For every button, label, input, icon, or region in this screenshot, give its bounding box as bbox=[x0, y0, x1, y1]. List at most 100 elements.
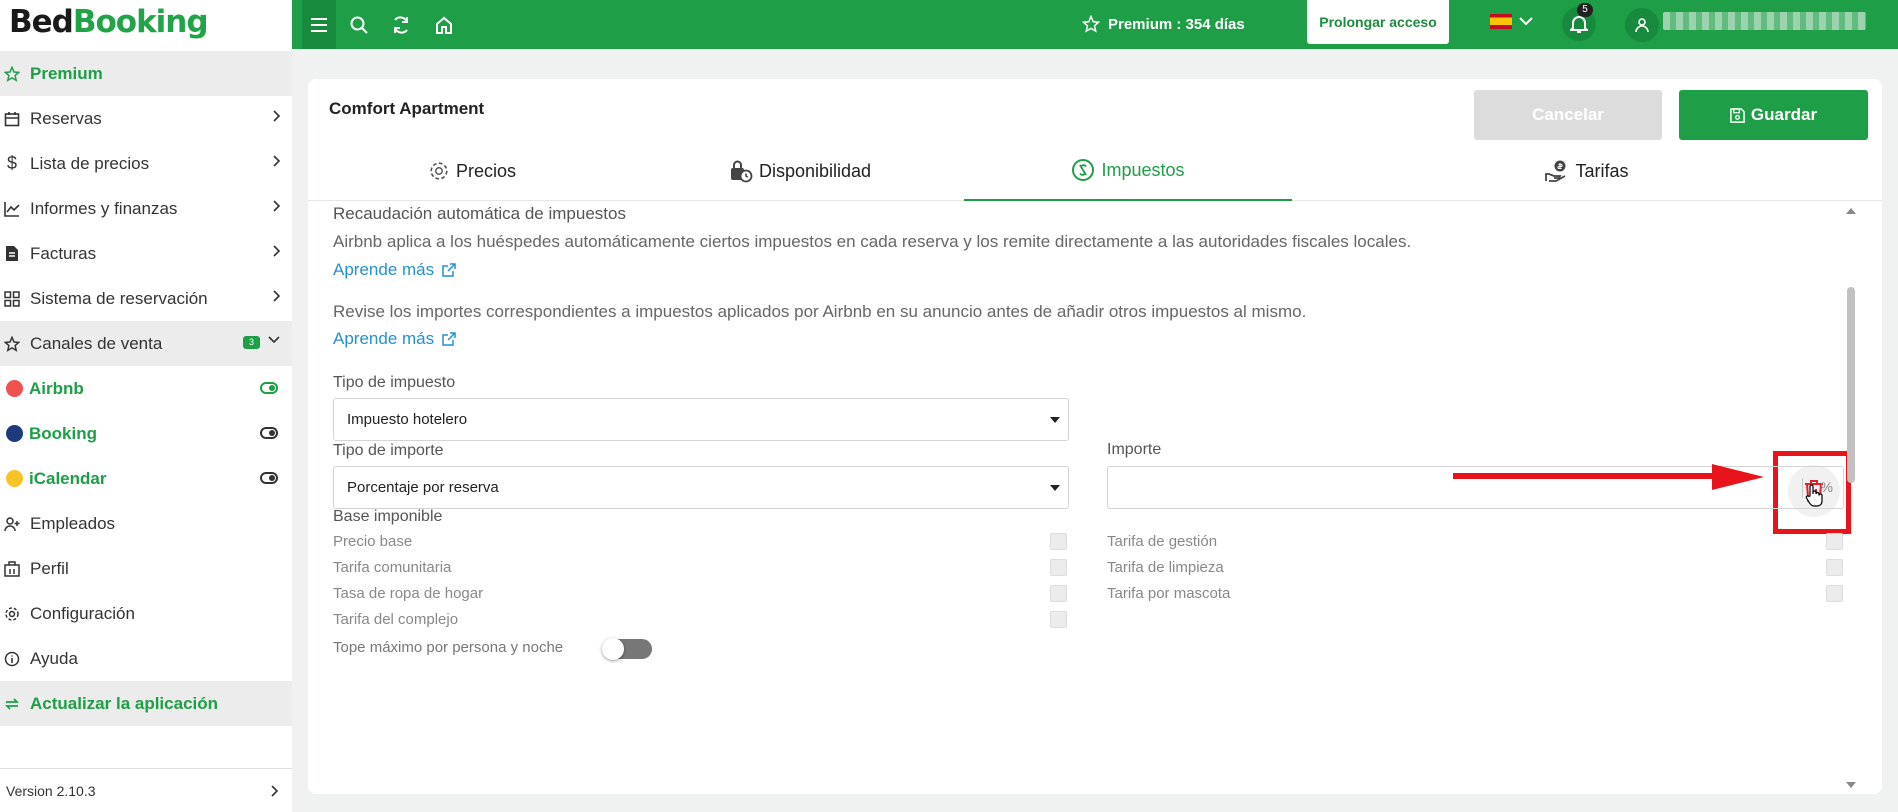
chevron-right-icon bbox=[273, 245, 280, 257]
sidebar-item-configuracion[interactable]: Configuración bbox=[0, 591, 292, 636]
base-item-label: Tarifa del complejo bbox=[333, 611, 459, 628]
sidebar-item-booking[interactable]: Booking bbox=[0, 411, 292, 456]
max-cap-label: Tope máximo por persona y noche bbox=[333, 639, 564, 656]
review-description: Revise los importes correspondientes a i… bbox=[333, 302, 1307, 321]
app-logo[interactable]: BedBooking bbox=[0, 0, 292, 49]
community-fee-checkbox[interactable] bbox=[1050, 559, 1067, 576]
external-link-icon bbox=[442, 263, 456, 277]
cancel-button[interactable]: Cancelar bbox=[1474, 90, 1662, 140]
amount-type-select[interactable]: Porcentaje por reserva bbox=[333, 466, 1069, 509]
notification-count-badge: 5 bbox=[1577, 3, 1593, 17]
resort-fee-checkbox[interactable] bbox=[1050, 611, 1067, 628]
bell-icon bbox=[1570, 16, 1588, 33]
sidebar-item-premium[interactable]: Premium bbox=[0, 51, 292, 96]
base-item-label: Tasa de ropa de hogar bbox=[333, 585, 484, 602]
dollar-icon: $ bbox=[6, 153, 17, 173]
sidebar-item-facturas[interactable]: Facturas bbox=[0, 231, 292, 276]
caret-down-icon bbox=[1050, 485, 1060, 491]
chart-line-icon bbox=[2, 199, 22, 219]
chevron-right-icon bbox=[273, 110, 280, 122]
management-fee-checkbox[interactable] bbox=[1826, 533, 1843, 550]
tab-disponibilidad[interactable]: Disponibilidad bbox=[636, 141, 964, 201]
user-name-blurred[interactable] bbox=[1663, 12, 1866, 30]
tab-impuestos[interactable]: Impuestos bbox=[964, 141, 1292, 201]
star-icon bbox=[1082, 15, 1100, 33]
gear-icon bbox=[2, 604, 22, 624]
base-item-label: Precio base bbox=[333, 533, 413, 550]
sidebar-item-lista-de-precios[interactable]: $ Lista de precios bbox=[0, 141, 292, 186]
money-hand-icon bbox=[1545, 160, 1566, 182]
percent-unit: % bbox=[1820, 479, 1833, 495]
prolong-access-button[interactable]: Prolongar acceso bbox=[1307, 0, 1449, 44]
chevron-down-icon bbox=[268, 336, 280, 343]
top-bar: BedBooking Premium : 354 días Prolongar … bbox=[0, 0, 1898, 49]
sidebar-item-airbnb[interactable]: Airbnb bbox=[0, 366, 292, 411]
airbnb-toggle[interactable] bbox=[260, 382, 278, 394]
scroll-down-icon[interactable] bbox=[1845, 781, 1857, 789]
chevron-right-icon bbox=[273, 290, 280, 302]
lock-clock-icon bbox=[730, 160, 753, 183]
sidebar-item-icalendar[interactable]: iCalendar bbox=[0, 456, 292, 501]
sidebar-item-actualizar[interactable]: Actualizar la aplicación bbox=[0, 681, 292, 726]
max-cap-toggle[interactable] bbox=[602, 638, 652, 660]
user-avatar[interactable] bbox=[1625, 8, 1659, 42]
booking-toggle[interactable] bbox=[260, 427, 278, 439]
scroll-up-icon[interactable] bbox=[1845, 207, 1857, 215]
base-item-label: Tarifa comunitaria bbox=[333, 559, 452, 576]
tab-precios[interactable]: Precios bbox=[308, 141, 636, 201]
scrollbar-thumb[interactable] bbox=[1847, 287, 1855, 483]
tax-icon bbox=[1072, 159, 1095, 181]
premium-status: Premium : 354 días bbox=[1082, 12, 1245, 36]
airbnb-tax-description: Airbnb aplica a los huéspedes automática… bbox=[333, 232, 1412, 251]
icalendar-dot-icon bbox=[6, 470, 23, 487]
base-item-label: Tarifa de gestión bbox=[1107, 533, 1218, 550]
spain-flag-icon[interactable] bbox=[1490, 14, 1512, 29]
menu-icon[interactable] bbox=[302, 0, 336, 49]
sidebar-item-canales-de-venta[interactable]: Canales de venta 3 bbox=[0, 321, 292, 366]
sidebar-item-informes[interactable]: Informes y finanzas bbox=[0, 186, 292, 231]
grid-icon bbox=[2, 289, 22, 309]
amount-label: Importe bbox=[1107, 441, 1162, 458]
annotation-arrow-icon bbox=[1453, 464, 1764, 490]
user-icon bbox=[1635, 18, 1649, 33]
tax-type-label: Tipo de impuesto bbox=[333, 374, 456, 391]
home-icon[interactable] bbox=[427, 8, 461, 42]
sidebar-item-reservas[interactable]: Reservas bbox=[0, 96, 292, 141]
save-button[interactable]: Guardar bbox=[1679, 90, 1868, 140]
search-icon[interactable] bbox=[342, 8, 376, 42]
star-icon bbox=[2, 64, 22, 84]
main-panel: Comfort Apartment Cancelar Guardar Preci… bbox=[308, 79, 1882, 794]
base-item-label: Tarifa de limpieza bbox=[1107, 559, 1224, 576]
refresh-icon[interactable] bbox=[384, 8, 418, 42]
icalendar-toggle[interactable] bbox=[260, 472, 278, 484]
tax-type-select[interactable]: Impuesto hotelero bbox=[333, 398, 1069, 441]
cleaning-fee-checkbox[interactable] bbox=[1826, 559, 1843, 576]
add-user-icon bbox=[2, 514, 22, 534]
learn-more-link-2[interactable]: Aprende más bbox=[333, 329, 456, 349]
learn-more-link-1[interactable]: Aprende más bbox=[333, 260, 456, 280]
pet-fee-checkbox[interactable] bbox=[1826, 585, 1843, 602]
version-info[interactable]: Version 2.10.3 bbox=[0, 768, 292, 812]
base-item-label: Tarifa por mascota bbox=[1107, 585, 1231, 602]
chevron-down-icon[interactable] bbox=[1515, 10, 1537, 32]
booking-dot-icon bbox=[6, 425, 23, 442]
tax-form-scroll-area[interactable]: Recaudación automática de impuestos Airb… bbox=[308, 201, 1882, 794]
chevron-right-icon bbox=[273, 200, 280, 212]
floppy-icon bbox=[1730, 107, 1745, 123]
base-price-checkbox[interactable] bbox=[1050, 533, 1067, 550]
sync-icon bbox=[2, 694, 22, 714]
page-title: Comfort Apartment bbox=[329, 99, 485, 118]
sidebar-item-perfil[interactable]: Perfil bbox=[0, 546, 292, 591]
airbnb-dot-icon bbox=[6, 380, 23, 397]
sidebar: Premium Reservas $ Lista de precios Info… bbox=[0, 49, 292, 812]
channels-count-badge: 3 bbox=[243, 336, 260, 349]
sidebar-item-ayuda[interactable]: Ayuda bbox=[0, 636, 292, 681]
tax-base-label: Base imponible bbox=[333, 508, 443, 525]
tab-tarifas[interactable]: Tarifas bbox=[1292, 141, 1882, 201]
sidebar-item-empleados[interactable]: Empleados bbox=[0, 501, 292, 546]
invoice-icon bbox=[2, 244, 22, 264]
external-link-icon bbox=[442, 332, 456, 346]
linen-fee-checkbox[interactable] bbox=[1050, 585, 1067, 602]
sidebar-item-sistema-de-reservacion[interactable]: Sistema de reservación bbox=[0, 276, 292, 321]
section-title: Recaudación automática de impuestos bbox=[333, 204, 626, 223]
